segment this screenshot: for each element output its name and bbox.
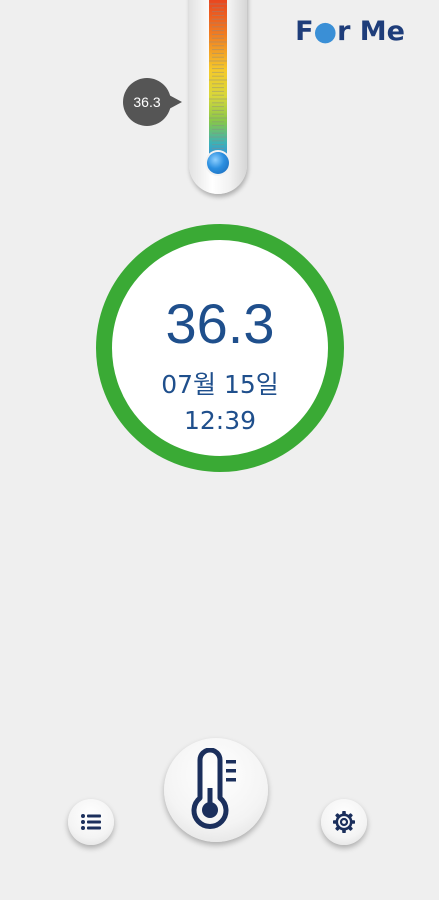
thermometer-icon (191, 748, 236, 829)
reading-time: 12:39 (183, 406, 257, 435)
history-list-button[interactable] (68, 799, 114, 845)
thermometer-gauge (189, 0, 249, 196)
reading-date: 07월 15일 (161, 370, 279, 399)
measure-button[interactable] (164, 738, 268, 842)
logo-drop-icon: ● (313, 16, 338, 47)
temperature-value: 36.3 (165, 292, 275, 355)
gear-icon (333, 811, 355, 833)
logo-text-prefix: F (295, 16, 314, 47)
thermometer-bulb (207, 152, 229, 174)
list-icon (81, 814, 101, 830)
app-logo: F●r Me (295, 16, 405, 48)
settings-button[interactable] (321, 799, 367, 845)
reading-ring: 36.3 07월 15일 12:39 (96, 224, 344, 472)
temperature-bubble-value: 36.3 (133, 94, 161, 110)
thermometer-ticks (209, 3, 227, 153)
temperature-bubble: 36.3 (123, 78, 182, 126)
logo-text-suffix: r Me (337, 16, 405, 47)
